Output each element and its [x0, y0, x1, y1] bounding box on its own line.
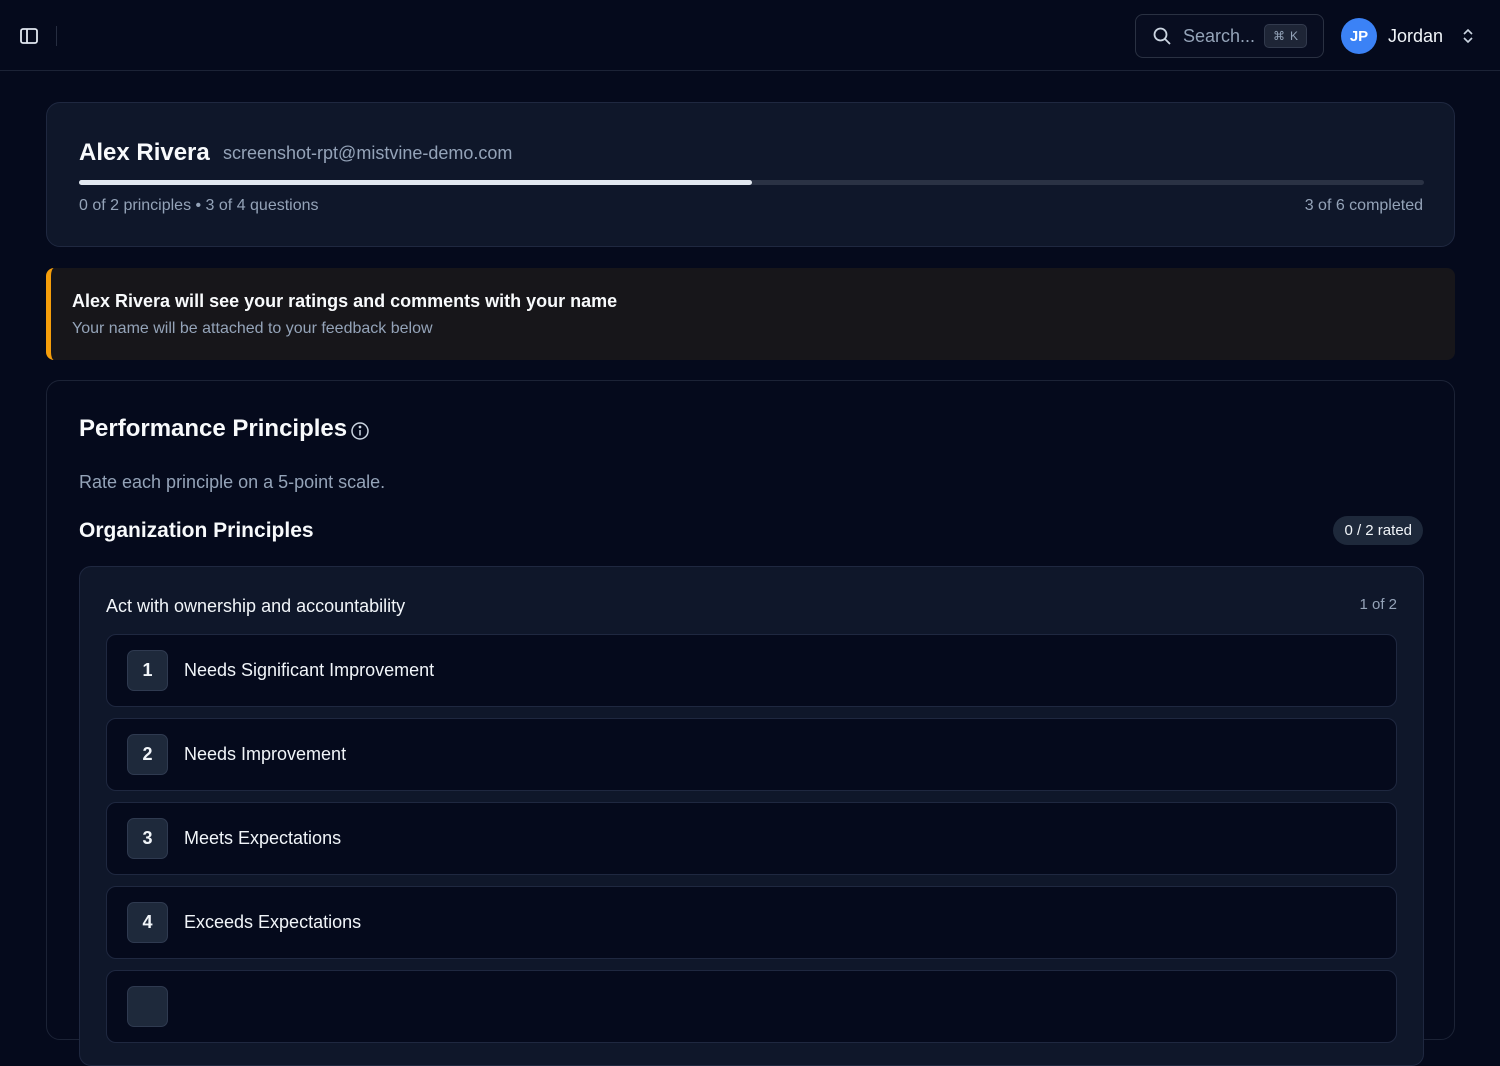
section-title: Performance Principles [79, 415, 348, 442]
user-menu-button[interactable]: JP Jordan [1341, 17, 1481, 55]
reviewee-email: screenshot-rpt@mistvine-demo.com [223, 143, 513, 163]
rating-number: 1 [127, 650, 168, 691]
user-name: Jordan [1388, 25, 1444, 46]
sidebar-toggle-icon [20, 28, 38, 44]
notice-subtitle: Your name will be attached to your feedb… [72, 320, 433, 337]
visibility-notice: Alex Rivera will see your ratings and co… [46, 268, 1455, 360]
progress-fill [79, 180, 752, 185]
rating-option-5[interactable] [106, 970, 1397, 1043]
rating-number: 2 [127, 734, 168, 775]
shortcut-key: K [1289, 29, 1298, 43]
reviewee-name: Alex Rivera [79, 139, 210, 166]
info-icon[interactable] [350, 421, 370, 441]
avatar: JP [1341, 18, 1377, 54]
rating-label: Exceeds Expectations [184, 912, 362, 932]
principle-title: Act with ownership and accountability [106, 596, 406, 616]
rated-badge: 0 / 2 rated [1333, 516, 1423, 545]
search-button[interactable]: Search... ⌘ K [1135, 14, 1324, 58]
principle-card: Act with ownership and accountability 1 … [79, 566, 1424, 1066]
principle-position: 1 of 2 [1359, 596, 1397, 613]
rating-label: Needs Improvement [184, 744, 347, 764]
rating-option-1[interactable]: 1 Needs Significant Improvement [106, 634, 1397, 707]
chevron-up-down-icon [1463, 28, 1473, 44]
rating-number [127, 986, 168, 1027]
search-icon [1153, 27, 1171, 45]
rating-option-2[interactable]: 2 Needs Improvement [106, 718, 1397, 791]
rating-option-4[interactable]: 4 Exceeds Expectations [106, 886, 1397, 959]
sidebar-toggle-button[interactable] [16, 23, 42, 49]
rating-label: Meets Expectations [184, 828, 342, 848]
progress-summary: 0 of 2 principles • 3 of 4 questions [79, 197, 319, 214]
search-label: Search... [1183, 25, 1256, 46]
rating-option-3[interactable]: 3 Meets Expectations [106, 802, 1397, 875]
notice-title: Alex Rivera will see your ratings and co… [72, 291, 618, 311]
shortcut-hint: ⌘ K [1263, 24, 1307, 48]
rating-number: 3 [127, 818, 168, 859]
progress-bar [79, 180, 1424, 185]
top-bar: Search... ⌘ K JP Jordan [0, 0, 1500, 71]
progress-count: 3 of 6 completed [1304, 197, 1423, 214]
topbar-divider [56, 26, 57, 46]
section-description: Rate each principle on a 5-point scale. [79, 472, 386, 492]
reviewee-card: Alex Rivera screenshot-rpt@mistvine-demo… [46, 102, 1455, 247]
command-key-icon: ⌘ [1272, 29, 1285, 43]
group-title: Organization Principles [79, 519, 314, 542]
rating-label: Needs Significant Improvement [184, 660, 435, 680]
performance-principles-section: Performance Principles Rate each princip… [46, 380, 1455, 1066]
rating-number: 4 [127, 902, 168, 943]
